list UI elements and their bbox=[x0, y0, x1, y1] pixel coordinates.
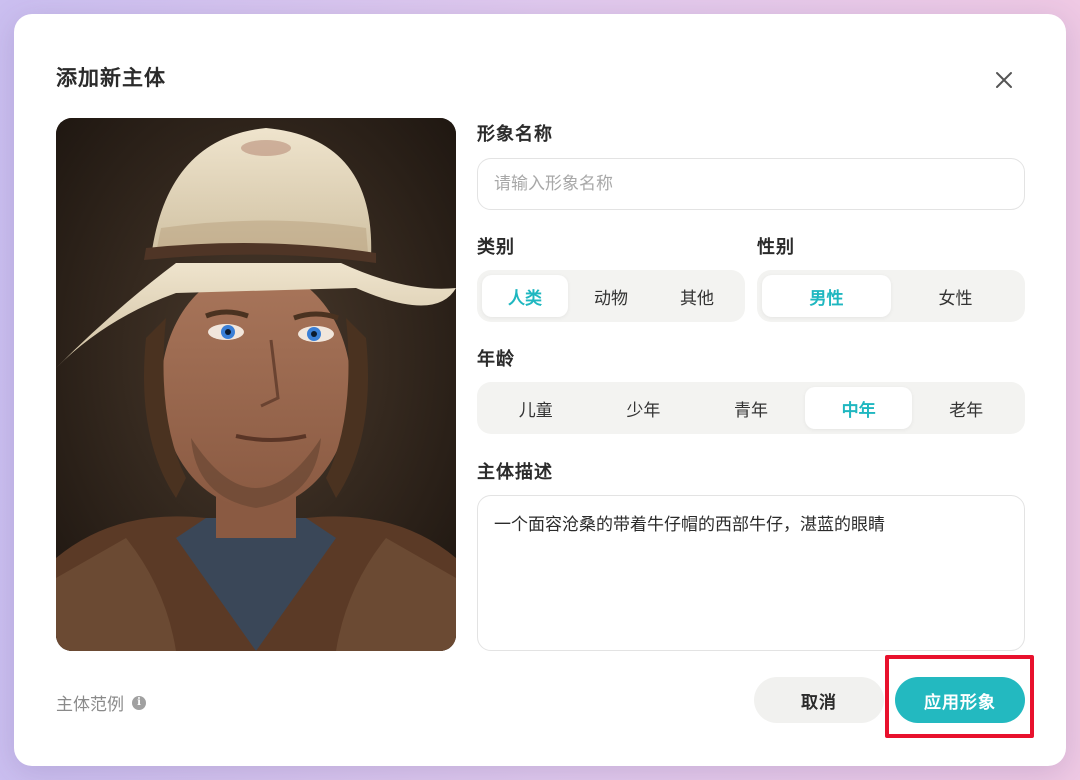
name-input[interactable] bbox=[477, 158, 1025, 210]
category-label: 类别 bbox=[477, 237, 515, 258]
name-label: 形象名称 bbox=[477, 124, 553, 145]
age-option-youth[interactable]: 青年 bbox=[697, 387, 805, 429]
description-label: 主体描述 bbox=[477, 462, 553, 483]
age-option-elderly[interactable]: 老年 bbox=[912, 387, 1020, 429]
age-option-child[interactable]: 儿童 bbox=[482, 387, 590, 429]
category-selector: 人类 动物 其他 bbox=[477, 270, 745, 322]
age-label: 年龄 bbox=[477, 349, 515, 370]
close-button[interactable] bbox=[986, 62, 1022, 98]
add-subject-dialog: 添加新主体 形象名称 请输入形象名称 类别 性别 人类 动物 其他 男性 女性 … bbox=[14, 14, 1066, 766]
gender-option-female[interactable]: 女性 bbox=[891, 275, 1020, 317]
category-option-human[interactable]: 人类 bbox=[482, 275, 568, 317]
gender-option-male[interactable]: 男性 bbox=[762, 275, 891, 317]
subject-example-label: 主体范例 bbox=[56, 695, 124, 715]
dialog-title: 添加新主体 bbox=[56, 66, 166, 90]
category-option-animal[interactable]: 动物 bbox=[568, 275, 654, 317]
category-option-other[interactable]: 其他 bbox=[654, 275, 740, 317]
info-icon: i bbox=[132, 695, 146, 710]
gender-selector: 男性 女性 bbox=[757, 270, 1025, 322]
description-textarea[interactable]: 一个面容沧桑的带着牛仔帽的西部牛仔，湛蓝的眼睛 bbox=[477, 495, 1025, 651]
age-option-middle-aged[interactable]: 中年 bbox=[804, 387, 913, 429]
gender-label: 性别 bbox=[757, 237, 795, 258]
age-option-teen[interactable]: 少年 bbox=[590, 387, 698, 429]
close-icon bbox=[996, 72, 1012, 88]
cancel-button[interactable]: 取消 bbox=[754, 677, 884, 723]
age-selector: 儿童 少年 青年 中年 老年 bbox=[477, 382, 1025, 434]
subject-photo bbox=[56, 118, 456, 651]
apply-image-button[interactable]: 应用形象 bbox=[895, 677, 1025, 723]
subject-example-link[interactable]: 主体范例 i bbox=[56, 690, 146, 715]
